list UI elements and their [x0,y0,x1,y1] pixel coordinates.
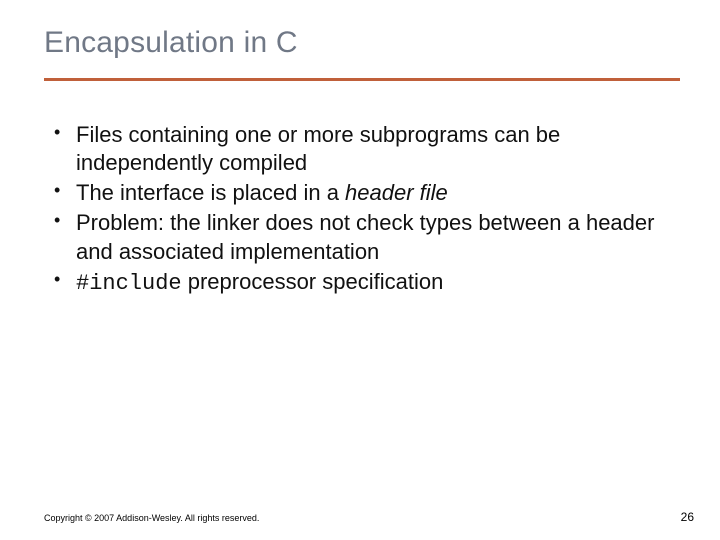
slide-title: Encapsulation in C [44,26,680,60]
bullet-item: The interface is placed in a header file [52,179,680,207]
title-rule [44,78,680,81]
page-number: 26 [681,510,694,524]
bullet-code: #include [76,271,182,296]
footer: Copyright © 2007 Addison-Wesley. All rig… [44,510,694,524]
bullet-text: The interface is placed in a [76,180,345,205]
bullet-item: Problem: the linker does not check types… [52,209,680,265]
bullet-text: Problem: the linker does not check types… [76,210,654,263]
bullet-item: #include preprocessor specification [52,268,680,298]
bullet-list: Files containing one or more subprograms… [44,121,680,298]
bullet-text: preprocessor specification [182,269,444,294]
copyright: Copyright © 2007 Addison-Wesley. All rig… [44,513,259,523]
slide: Encapsulation in C Files containing one … [0,0,720,540]
bullet-item: Files containing one or more subprograms… [52,121,680,177]
bullet-text: Files containing one or more subprograms… [76,122,560,175]
bullet-em: header file [345,180,448,205]
